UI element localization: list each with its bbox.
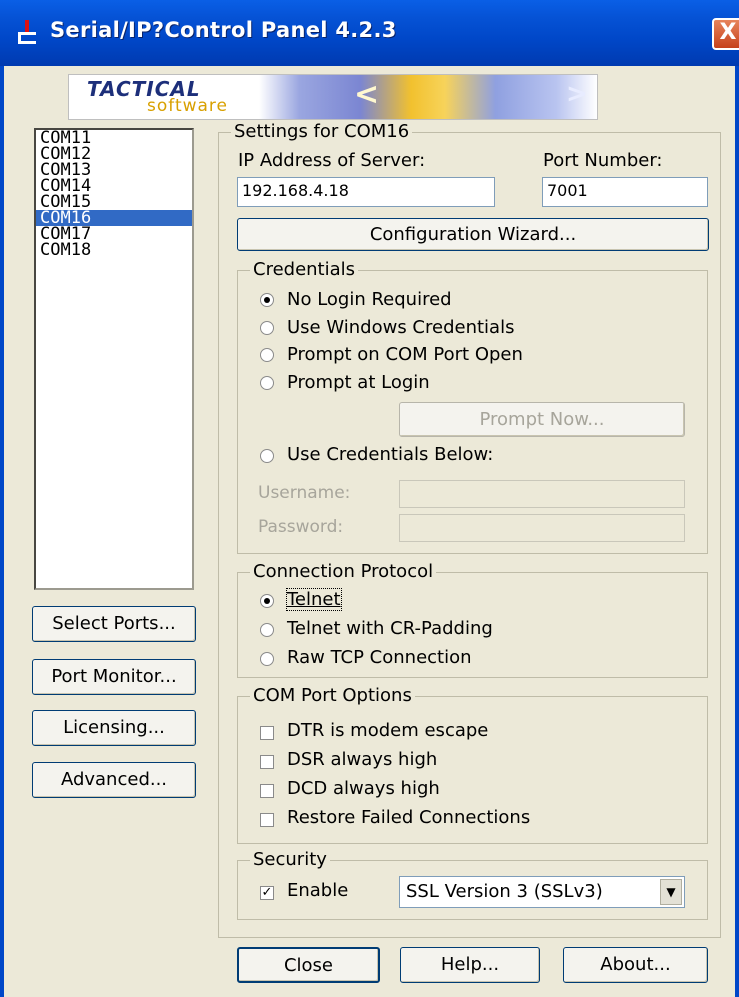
select-ports-button[interactable]: Select Ports... [32, 606, 196, 642]
port-list-item[interactable]: COM18 [36, 242, 192, 259]
logo-right-arrow-icon: > [566, 79, 588, 109]
port-monitor-button[interactable]: Port Monitor... [32, 659, 196, 695]
port-monitor-label: Port Monitor... [51, 666, 177, 687]
dcd-checkbox[interactable] [260, 784, 274, 798]
prompt-now-label: Prompt Now... [479, 409, 605, 430]
prompt-now-button[interactable]: Prompt Now... [399, 402, 685, 437]
port-number-label: Port Number: [543, 150, 663, 171]
com-port-options-title: COM Port Options [250, 685, 415, 707]
ssl-version-select[interactable]: SSL Version 3 (SSLv3) ▼ [399, 876, 685, 908]
dcd-label: DCD always high [287, 778, 440, 799]
dsr-label: DSR always high [287, 749, 438, 770]
ssl-version-value: SSL Version 3 (SSLv3) [406, 881, 603, 902]
password-input[interactable] [399, 514, 685, 542]
dsr-checkbox[interactable] [260, 755, 274, 769]
logo-banner-graphic [259, 75, 597, 119]
window-frame-left [0, 66, 4, 997]
dtr-label: DTR is modem escape [287, 720, 489, 741]
close-button[interactable]: Close [237, 947, 380, 983]
port-number-input[interactable]: 7001 [542, 177, 708, 207]
telnet-cr-padding-radio[interactable] [260, 623, 274, 637]
windows-credentials-label: Use Windows Credentials [287, 317, 515, 338]
telnet-cr-padding-label: Telnet with CR-Padding [287, 618, 493, 639]
prompt-at-login-radio[interactable] [260, 376, 274, 390]
username-input[interactable] [399, 480, 685, 508]
no-login-label: No Login Required [287, 289, 452, 310]
settings-group-title: Settings for COM16 [231, 121, 413, 143]
about-label: About... [600, 954, 671, 975]
advanced-label: Advanced... [60, 769, 168, 790]
configuration-wizard-button[interactable]: Configuration Wizard... [237, 218, 709, 251]
logo-software-text: software [147, 96, 229, 116]
about-button[interactable]: About... [563, 947, 708, 983]
advanced-button[interactable]: Advanced... [32, 762, 196, 798]
credentials-group-title: Credentials [250, 259, 359, 281]
telnet-label: Telnet [286, 588, 342, 611]
window-title: Serial/IP?Control Panel 4.2.3 [50, 18, 397, 42]
ip-address-input[interactable]: 192.168.4.18 [237, 177, 495, 207]
windows-credentials-radio[interactable] [260, 321, 274, 335]
security-title: Security [250, 849, 330, 871]
raw-tcp-radio[interactable] [260, 652, 274, 666]
title-bar[interactable]: Serial/IP?Control Panel 4.2.3 X [0, 0, 739, 66]
prompt-at-login-label: Prompt at Login [287, 372, 430, 393]
licensing-label: Licensing... [63, 717, 165, 738]
app-icon [18, 20, 36, 44]
use-credentials-below-label: Use Credentials Below: [287, 444, 494, 465]
tactical-software-logo: TACTICAL software < > [68, 74, 598, 120]
connection-protocol-title: Connection Protocol [250, 561, 437, 583]
enable-security-label: Enable [287, 880, 349, 901]
dtr-checkbox[interactable] [260, 726, 274, 740]
no-login-radio[interactable] [260, 293, 274, 307]
licensing-button[interactable]: Licensing... [32, 710, 196, 746]
select-ports-label: Select Ports... [52, 613, 176, 634]
port-list[interactable]: COM11 COM12 COM13 COM14 COM15 COM16 COM17 COM18 [34, 128, 194, 590]
logo-left-arrow-icon: < [354, 77, 380, 112]
username-label: Username: [258, 483, 351, 503]
restore-failed-checkbox[interactable] [260, 813, 274, 827]
close-window-button[interactable]: X [712, 18, 739, 50]
raw-tcp-label: Raw TCP Connection [287, 647, 472, 668]
configuration-wizard-label: Configuration Wizard... [369, 224, 577, 245]
ip-address-label: IP Address of Server: [238, 150, 426, 171]
restore-failed-label: Restore Failed Connections [287, 807, 531, 828]
close-label: Close [283, 955, 334, 976]
prompt-com-open-label: Prompt on COM Port Open [287, 344, 523, 365]
use-credentials-below-radio[interactable] [260, 449, 274, 463]
prompt-com-open-radio[interactable] [260, 348, 274, 362]
telnet-radio[interactable] [260, 594, 274, 608]
help-label: Help... [440, 954, 500, 975]
window-frame-right [735, 66, 739, 997]
enable-security-checkbox[interactable]: ✓ [260, 886, 274, 900]
help-button[interactable]: Help... [400, 947, 540, 983]
chevron-down-icon[interactable]: ▼ [660, 879, 682, 905]
control-panel-window: Serial/IP?Control Panel 4.2.3 X TACTICAL… [0, 0, 739, 997]
password-label: Password: [258, 517, 344, 537]
